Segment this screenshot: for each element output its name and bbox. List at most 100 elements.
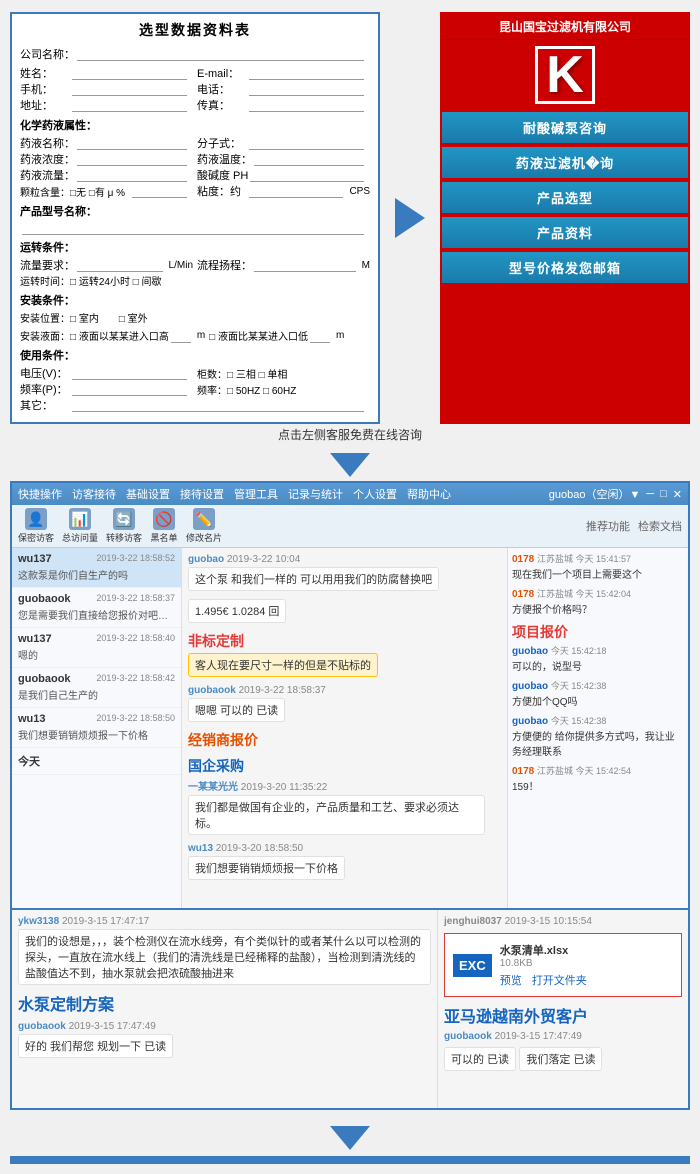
viscosity-field[interactable] xyxy=(249,184,343,198)
product-field[interactable] xyxy=(22,221,364,235)
msg-block-highlighted: 客人现在要尺寸一样的但是不贴标的 xyxy=(188,653,501,677)
conv-msg-3: 是我们自己生产的 xyxy=(18,687,173,702)
file-open-btn[interactable]: 打开文件夹 xyxy=(532,972,587,988)
right-time-2: 今天 15:42:18 xyxy=(551,646,607,656)
brand-header: 昆山国宝过滤机有限公司 xyxy=(442,14,688,40)
brand-menu-filter[interactable]: 药液过滤机�询 xyxy=(442,147,688,178)
nav-records[interactable]: 记录与统计 xyxy=(288,486,343,502)
conv-name-2: wu137 xyxy=(18,633,52,645)
other-label: 其它： xyxy=(20,397,70,413)
address-label: 地址： xyxy=(20,97,70,113)
fax-label: 传真： xyxy=(197,97,247,113)
flow-field[interactable] xyxy=(77,168,187,182)
brand-menu-price[interactable]: 型号价格发您邮箱 xyxy=(442,252,688,283)
user-status[interactable]: guobao（空闲）▼ xyxy=(549,486,641,502)
other-field[interactable] xyxy=(72,398,364,412)
install-level1-label: 安装液面：□ 液面以某某进入口高 xyxy=(20,328,169,343)
phone-label: 电话： xyxy=(197,81,247,97)
ph-label: 酸碱度 PH xyxy=(197,167,248,183)
bottom-left-meta: ykw3138 2019-3-15 17:47:17 xyxy=(18,916,431,927)
fax-field[interactable] xyxy=(249,98,364,112)
company-field[interactable] xyxy=(77,47,364,61)
msg-time-3: 2019-3-22 18:58:37 xyxy=(239,685,326,696)
conv-msg-4: 我们想要销销烦烦报一下价格 xyxy=(18,727,173,742)
chem-row3: 药液流量： 酸碱度 PH xyxy=(20,167,370,183)
ph-field[interactable] xyxy=(250,168,364,182)
bottom-bar xyxy=(10,1156,690,1164)
conv-item-0[interactable]: wu137 2019-3-22 18:58:52 这款泵是你们自生产的吗 xyxy=(12,548,181,588)
conv-item-2[interactable]: wu137 2019-3-22 18:58:40 嗯的 xyxy=(12,628,181,668)
mobile-field[interactable] xyxy=(72,82,187,96)
flow-req-field[interactable] xyxy=(77,258,163,272)
mol-field[interactable] xyxy=(249,136,364,150)
nav-help[interactable]: 帮助中心 xyxy=(407,486,451,502)
bottom-left-reply-sender: guobaook xyxy=(18,1021,66,1032)
annotation-jingxiao: 经销商报价 xyxy=(188,730,501,750)
toolbar-blacklist[interactable]: 🚫 黑名单 xyxy=(150,508,178,544)
install-outdoor-label: □ 室外 xyxy=(119,310,148,325)
chem-row2: 药液浓度： 药液温度： xyxy=(20,151,370,167)
email-field[interactable] xyxy=(249,66,364,80)
m2-unit: m xyxy=(336,330,344,341)
nav-quick-op[interactable]: 快捷操作 xyxy=(18,486,62,502)
right-sender-0: 0178 xyxy=(512,554,534,565)
brand-menu-material[interactable]: 产品资料 xyxy=(442,217,688,248)
name-email-row: 姓名： E-mail： xyxy=(20,65,370,81)
transport-section-title: 运转条件： xyxy=(20,239,370,255)
annotation-yamaxun-container: 亚马逊越南外贸客户 xyxy=(444,1003,682,1027)
conv-item-1[interactable]: guobaook 2019-3-22 18:58:37 您是需要我们直接给您报价… xyxy=(12,588,181,628)
head-field[interactable] xyxy=(254,258,356,272)
install-low-field[interactable] xyxy=(310,329,330,343)
chem-name-field[interactable] xyxy=(77,136,187,150)
nav-basic[interactable]: 基础设置 xyxy=(126,486,170,502)
msg-time-0: 2019-3-22 10:04 xyxy=(227,554,300,565)
conv-name-1: guobaook xyxy=(18,593,71,605)
nav-reception[interactable]: 接待设置 xyxy=(180,486,224,502)
bottom-left-reply-meta: guobaook 2019-3-15 17:47:49 xyxy=(18,1021,431,1032)
conv-name-4: wu13 xyxy=(18,713,46,725)
chem-name-label: 药液名称： xyxy=(20,135,75,151)
mol-label: 分子式： xyxy=(197,135,247,151)
conv-name-today: 今天 xyxy=(18,753,175,769)
file-box: EXC 水泵清单.xlsx 10.8KB 预览 打开文件夹 xyxy=(444,933,682,997)
nav-personal[interactable]: 个人设置 xyxy=(353,486,397,502)
install-high-field[interactable] xyxy=(171,329,191,343)
nav-manage[interactable]: 管理工具 xyxy=(234,486,278,502)
right-msg-2: guobao 今天 15:42:18 可以的，说型号 xyxy=(512,644,684,673)
flow-label: 药液流量： xyxy=(20,167,75,183)
phone-field[interactable] xyxy=(249,82,364,96)
conv-item-4[interactable]: wu13 2019-3-22 18:58:50 我们想要销销烦烦报一下价格 xyxy=(12,708,181,748)
brand-menu-acid[interactable]: 耐酸碱泵咨询 xyxy=(442,112,688,143)
toolbar-transfer[interactable]: 🔄 转移访客 xyxy=(106,508,142,544)
particle-field[interactable] xyxy=(132,184,187,198)
chem-row4: 颗粒含量：□无 □有 μ % 粘度：约 CPS xyxy=(20,183,370,199)
right-body-0: 现在我们一个项目上需要这个 xyxy=(512,566,684,581)
msg-text-guoqi-2: 我们想要销销烦烦报一下价格 xyxy=(188,856,345,880)
msg-meta-guoqi-1: 一某某光光 2019-3-20 11:35:22 xyxy=(188,778,501,793)
arrow-down-shape xyxy=(330,453,370,477)
right-msg-4: guobao 今天 15:42:38 方便便的 给你提供多方式吗，我让业务经理联… xyxy=(512,714,684,758)
file-preview-btn[interactable]: 预览 xyxy=(500,972,522,988)
window-minimize[interactable]: ─ xyxy=(646,488,654,500)
toolbar-privacy[interactable]: 👤 保密访客 xyxy=(18,508,54,544)
window-close[interactable]: ✕ xyxy=(673,488,682,501)
window-maximize[interactable]: □ xyxy=(660,488,667,500)
chem-row1: 药液名称： 分子式： xyxy=(20,135,370,151)
chat-center-panel: guobao 2019-3-22 10:04 这个泵 和我们一样的 可以用用我们… xyxy=(182,548,508,908)
address-field[interactable] xyxy=(72,98,187,112)
name-field[interactable] xyxy=(72,66,187,80)
conv-item-3[interactable]: guobaook 2019-3-22 18:58:42 是我们自己生产的 xyxy=(12,668,181,708)
voltage-field[interactable] xyxy=(72,366,187,380)
chat-main: wu137 2019-3-22 18:58:52 这款泵是你们自生产的吗 guo… xyxy=(12,548,688,908)
toolbar-edit-card[interactable]: ✏️ 修改名片 xyxy=(186,508,222,544)
brand-menu-select[interactable]: 产品选型 xyxy=(442,182,688,213)
find-doc-label: 检索文档 xyxy=(638,518,682,534)
freq-field[interactable] xyxy=(72,382,187,396)
temp-field[interactable] xyxy=(254,152,364,166)
conc-field[interactable] xyxy=(77,152,187,166)
nav-visitor[interactable]: 访客接待 xyxy=(72,486,116,502)
chat-bottom-section: ykw3138 2019-3-15 17:47:17 我们的设想是，，，装个检测… xyxy=(12,908,688,1108)
lmin-unit: L/Min xyxy=(169,260,193,271)
msg-time-guoqi-2: 2019-3-20 18:58:50 xyxy=(216,843,303,854)
toolbar-total[interactable]: 📊 总访问量 xyxy=(62,508,98,544)
